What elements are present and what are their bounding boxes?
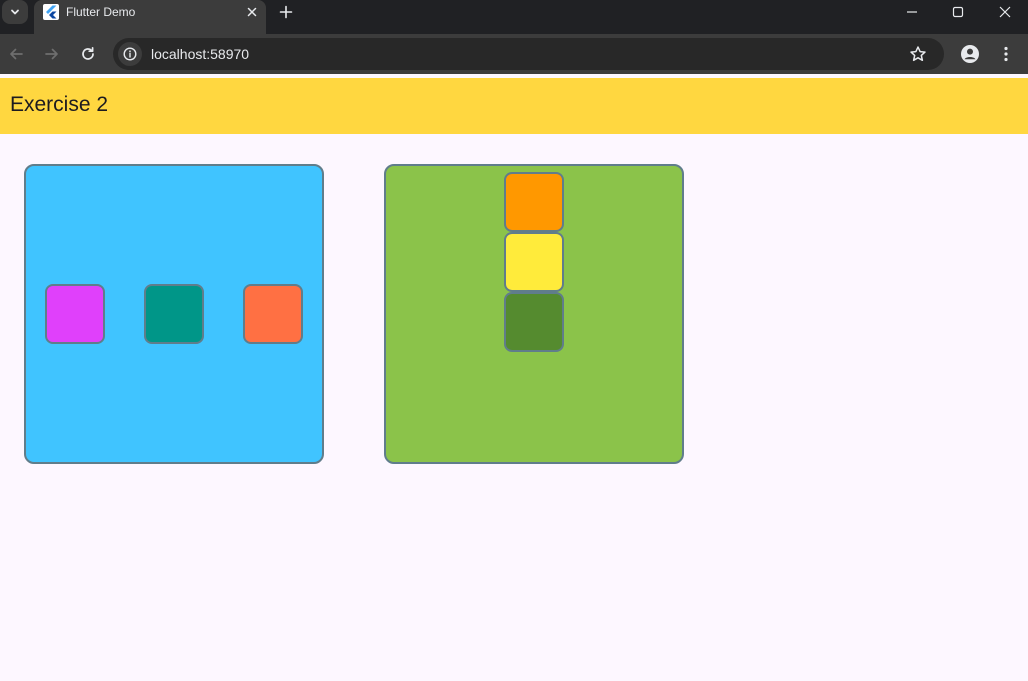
- person-icon: [961, 45, 979, 63]
- new-tab-button[interactable]: [276, 2, 296, 22]
- close-icon: [999, 6, 1011, 18]
- tab-strip: Flutter Demo: [0, 0, 1028, 34]
- chevron-down-icon: [11, 9, 19, 15]
- maximize-icon: [952, 6, 964, 18]
- info-icon: [123, 47, 137, 61]
- minimize-icon: [907, 11, 917, 13]
- browser-menu-button[interactable]: [994, 42, 1018, 66]
- profile-button[interactable]: [958, 42, 982, 66]
- row-box-teal: [144, 284, 204, 344]
- forward-button[interactable]: [40, 42, 64, 66]
- browser-toolbar: localhost:58970: [0, 34, 1028, 74]
- back-button[interactable]: [4, 42, 28, 66]
- flutter-logo-icon: [43, 4, 59, 20]
- site-info-button[interactable]: [118, 42, 142, 66]
- kebab-menu-icon: [1004, 46, 1008, 62]
- close-icon: [247, 7, 257, 17]
- url-text[interactable]: localhost:58970: [151, 46, 249, 62]
- address-bar[interactable]: localhost:58970: [113, 38, 944, 70]
- page-title: Exercise 2: [10, 93, 109, 116]
- close-window-button[interactable]: [982, 0, 1028, 24]
- arrow-right-icon: [45, 48, 58, 60]
- minimize-button[interactable]: [889, 0, 935, 24]
- tab-title: Flutter Demo: [66, 5, 136, 19]
- tab-flutter-demo[interactable]: Flutter Demo: [34, 0, 266, 34]
- row-container: [24, 164, 324, 464]
- row-box-magenta: [45, 284, 105, 344]
- column-box-yellow: [504, 232, 564, 292]
- row-box-orange: [243, 284, 303, 344]
- tab-search-button[interactable]: [2, 0, 28, 24]
- column-box-green: [504, 292, 564, 352]
- app-bar: Exercise 2: [0, 78, 1028, 134]
- arrow-left-icon: [10, 48, 23, 60]
- column-box-orange: [504, 172, 564, 232]
- close-tab-button[interactable]: [243, 3, 261, 21]
- plus-icon: [279, 5, 293, 19]
- reload-icon: [82, 46, 94, 60]
- bookmark-button[interactable]: [908, 44, 928, 64]
- reload-button[interactable]: [76, 42, 100, 66]
- maximize-button[interactable]: [935, 0, 981, 24]
- star-icon: [910, 46, 926, 62]
- column-container: [384, 164, 684, 464]
